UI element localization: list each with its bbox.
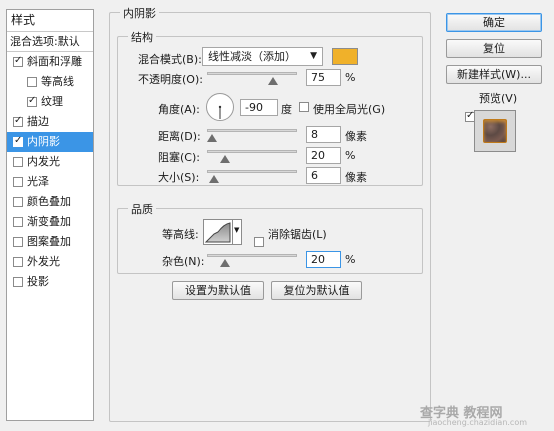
outer-glow-checkbox[interactable] [13, 257, 23, 267]
chevron-down-icon: ▼ [310, 51, 317, 61]
opacity-input[interactable]: 75 [306, 69, 341, 86]
ok-button[interactable]: 确定 [446, 13, 542, 32]
chevron-down-icon: ▼ [234, 226, 240, 234]
blending-options-item[interactable]: 混合选项:默认 [7, 32, 93, 52]
style-preview-thumbnail [474, 110, 516, 152]
opacity-slider-track[interactable] [207, 72, 297, 75]
inner-glow-checkbox[interactable] [13, 157, 23, 167]
drop-shadow-checkbox[interactable] [13, 277, 23, 287]
contour-checkbox[interactable] [27, 77, 37, 87]
styles-header[interactable]: 样式 [7, 10, 93, 32]
watermark-url: jiaocheng.chazidian.com [428, 418, 528, 427]
angle-dial[interactable] [206, 93, 234, 121]
style-item-gradient-overlay[interactable]: 渐变叠加 [7, 212, 93, 232]
style-item-label: 描边 [27, 115, 49, 128]
contour-label: 等高线: [162, 228, 199, 241]
style-item-inner-glow[interactable]: 内发光 [7, 152, 93, 172]
pattern-overlay-checkbox[interactable] [13, 237, 23, 247]
style-item-label: 光泽 [27, 175, 49, 188]
stroke-checkbox[interactable] [13, 114, 23, 128]
angle-unit: 度 [281, 103, 292, 116]
opacity-label: 不透明度(O): [138, 73, 203, 86]
noise-slider-track[interactable] [207, 254, 297, 257]
color-overlay-checkbox[interactable] [13, 197, 23, 207]
distance-input[interactable]: 8 [306, 126, 341, 143]
blend-mode-select[interactable]: 线性减淡（添加） ▼ [202, 47, 323, 66]
distance-unit: 像素 [345, 130, 367, 143]
noise-slider-thumb[interactable] [220, 259, 230, 267]
style-item-label: 斜面和浮雕 [27, 55, 82, 68]
opacity-slider-thumb[interactable] [268, 77, 278, 85]
distance-label: 距离(D): [158, 130, 201, 143]
choke-slider-thumb[interactable] [220, 155, 230, 163]
style-item-label: 内发光 [27, 155, 60, 168]
style-item-label: 纹理 [41, 95, 63, 108]
choke-unit: % [345, 149, 356, 162]
angle-input[interactable]: -90 [240, 99, 278, 116]
choke-label: 阻塞(C): [158, 151, 200, 164]
styles-list: 样式 混合选项:默认 斜面和浮雕 等高线 纹理 描边 内阴影 内发光 光泽 颜色… [6, 9, 94, 421]
preview-label: 预览(V) [479, 92, 518, 105]
blend-mode-label: 混合模式(B): [138, 53, 202, 66]
angle-needle-icon [218, 105, 222, 119]
style-item-label: 投影 [27, 275, 49, 288]
anti-alias-checkbox[interactable] [254, 237, 264, 247]
style-item-label: 图案叠加 [27, 235, 71, 248]
anti-alias-label: 消除锯齿(L) [268, 228, 327, 241]
style-item-texture[interactable]: 纹理 [7, 92, 93, 112]
noise-label: 杂色(N): [162, 255, 205, 268]
style-item-stroke[interactable]: 描边 [7, 112, 93, 132]
gradient-overlay-checkbox[interactable] [13, 217, 23, 227]
style-item-label: 内阴影 [27, 135, 60, 148]
inner-shadow-checkbox[interactable] [13, 134, 23, 148]
style-item-pattern-overlay[interactable]: 图案叠加 [7, 232, 93, 252]
global-light-checkbox[interactable] [299, 102, 309, 112]
distance-slider-track[interactable] [207, 129, 297, 132]
inner-shadow-title: 内阴影 [120, 5, 159, 21]
choke-input[interactable]: 20 [306, 147, 341, 164]
blend-mode-value: 线性减淡（添加） [208, 50, 296, 63]
reset-button[interactable]: 复位 [446, 39, 542, 58]
size-slider-track[interactable] [207, 170, 297, 173]
noise-input[interactable]: 20 [306, 251, 341, 268]
size-unit: 像素 [345, 171, 367, 184]
size-input[interactable]: 6 [306, 167, 341, 184]
style-item-label: 颜色叠加 [27, 195, 71, 208]
choke-slider-track[interactable] [207, 150, 297, 153]
size-label: 大小(S): [158, 171, 200, 184]
opacity-unit: % [345, 71, 356, 84]
style-item-label: 渐变叠加 [27, 215, 71, 228]
new-style-button[interactable]: 新建样式(W)... [446, 65, 542, 84]
bevel-emboss-checkbox[interactable] [13, 54, 23, 68]
contour-dropdown[interactable]: ▼ [232, 219, 242, 245]
style-item-label: 外发光 [27, 255, 60, 268]
style-item-color-overlay[interactable]: 颜色叠加 [7, 192, 93, 212]
preview-swatch [483, 119, 507, 143]
quality-title: 品质 [128, 201, 156, 217]
satin-checkbox[interactable] [13, 177, 23, 187]
style-item-drop-shadow[interactable]: 投影 [7, 272, 93, 292]
global-light-label: 使用全局光(G) [313, 103, 386, 116]
shadow-color-swatch[interactable] [332, 48, 358, 65]
structure-title: 结构 [128, 29, 156, 45]
style-item-contour[interactable]: 等高线 [7, 72, 93, 92]
style-item-satin[interactable]: 光泽 [7, 172, 93, 192]
style-item-bevel-emboss[interactable]: 斜面和浮雕 [7, 52, 93, 72]
noise-unit: % [345, 253, 356, 266]
style-item-label: 等高线 [41, 75, 74, 88]
angle-label: 角度(A): [158, 103, 200, 116]
texture-checkbox[interactable] [27, 94, 37, 108]
reset-default-button[interactable]: 复位为默认值 [271, 281, 362, 300]
style-item-outer-glow[interactable]: 外发光 [7, 252, 93, 272]
style-item-inner-shadow[interactable]: 内阴影 [7, 132, 93, 152]
set-default-button[interactable]: 设置为默认值 [172, 281, 264, 300]
size-slider-thumb[interactable] [209, 175, 219, 183]
distance-slider-thumb[interactable] [207, 134, 217, 142]
